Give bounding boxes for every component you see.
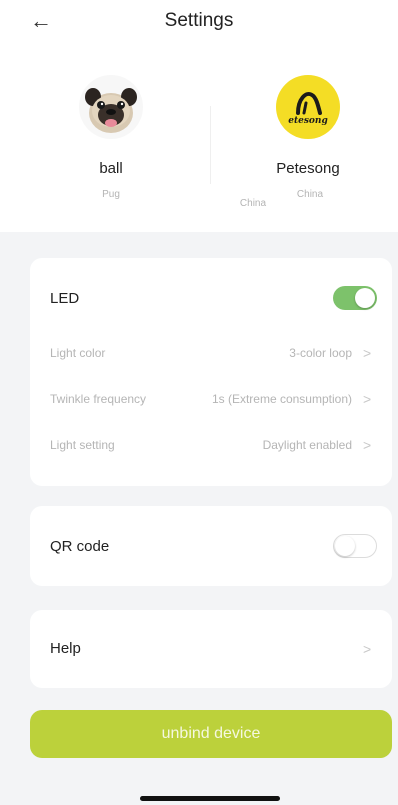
twinkle-frequency-label: Twinkle frequency bbox=[50, 392, 147, 406]
profiles: ball Pug etesong Petesong China China bbox=[0, 60, 398, 230]
help-label: Help bbox=[50, 640, 81, 657]
led-card: LED Light color 3-color loop > Twinkle f… bbox=[30, 258, 392, 486]
led-label: LED bbox=[50, 290, 80, 307]
toggle-knob bbox=[335, 536, 355, 556]
chevron-right-icon: > bbox=[363, 437, 372, 453]
toggle-knob bbox=[355, 288, 375, 308]
qr-code-toggle[interactable] bbox=[333, 534, 377, 558]
light-setting-label: Light setting bbox=[50, 438, 115, 452]
pet-name: ball bbox=[99, 160, 123, 177]
header: ← Settings bbox=[0, 0, 398, 44]
light-setting-value[interactable]: Daylight enabled bbox=[263, 438, 352, 452]
petesong-logo-icon[interactable]: etesong bbox=[276, 75, 340, 139]
light-color-value[interactable]: 3-color loop bbox=[289, 346, 352, 360]
top-panel: ← Settings ball Pug etesong Petesong Chi… bbox=[0, 0, 398, 232]
light-color-label: Light color bbox=[50, 346, 106, 360]
location-label-b: China bbox=[296, 189, 324, 200]
location-label-a: China bbox=[239, 198, 267, 209]
qr-code-label: QR code bbox=[50, 538, 110, 555]
chevron-right-icon: > bbox=[363, 391, 372, 407]
qr-card: QR code bbox=[30, 506, 392, 586]
profile-divider bbox=[210, 106, 211, 184]
brand-name: Petesong bbox=[276, 160, 340, 177]
twinkle-frequency-value[interactable]: 1s (Extreme consumption) bbox=[212, 392, 352, 406]
pet-breed: Pug bbox=[102, 189, 120, 200]
page-title: Settings bbox=[164, 10, 234, 31]
home-indicator[interactable] bbox=[140, 796, 280, 801]
help-card[interactable]: Help > bbox=[30, 610, 392, 688]
chevron-right-icon: > bbox=[363, 641, 372, 657]
chevron-right-icon: > bbox=[363, 345, 372, 361]
petesong-logo-text: etesong bbox=[288, 116, 328, 126]
pug-avatar-icon[interactable] bbox=[79, 75, 143, 139]
led-toggle[interactable] bbox=[333, 286, 377, 310]
unbind-device-button[interactable]: unbind device bbox=[30, 710, 392, 758]
